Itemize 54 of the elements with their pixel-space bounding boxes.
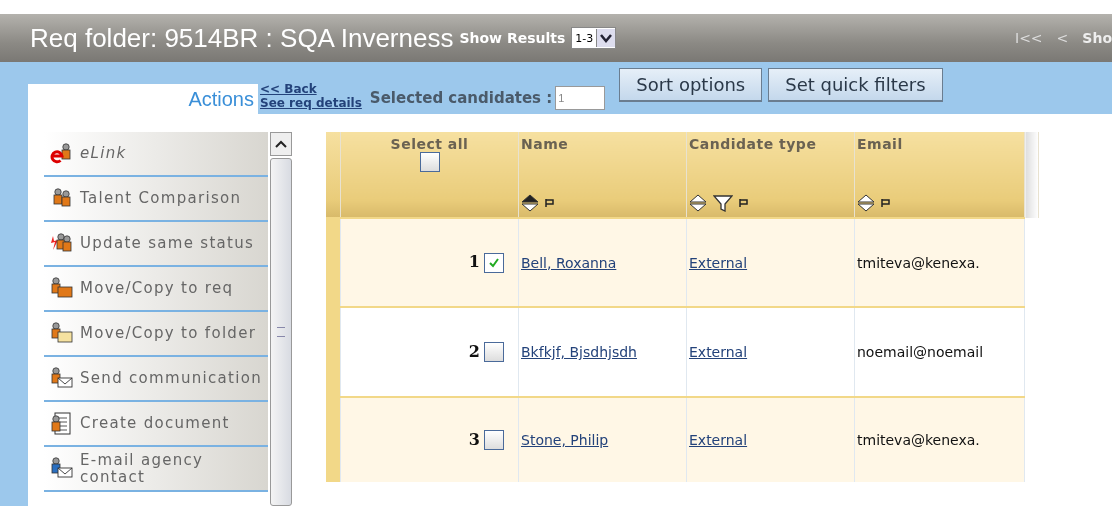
document-icon: [50, 412, 73, 435]
action-item[interactable]: Send communication: [44, 357, 268, 402]
scrollbar[interactable]: [270, 132, 292, 506]
candidate-type-link[interactable]: External: [689, 431, 748, 448]
show-results-label: Show Results: [459, 30, 566, 46]
email-text: tmiteva@kenexa.: [857, 254, 980, 271]
sort-icon[interactable]: [689, 194, 707, 212]
email-text: tmiteva@kenexa.: [857, 431, 980, 448]
scroll-up-icon[interactable]: [275, 140, 287, 148]
folder-title: Req folder: 9514BR : SQA Inverness: [30, 22, 454, 54]
person-folder-icon: [50, 322, 73, 345]
action-item[interactable]: E-mail agency contact: [44, 447, 268, 492]
results-dropdown[interactable]: 1-3: [571, 27, 617, 49]
action-item[interactable]: Move/Copy to folder: [44, 312, 268, 357]
person-folder-icon: [50, 277, 73, 300]
person-mail-icon: [50, 367, 73, 390]
row-number: 1: [468, 252, 480, 272]
email-text: noemail@noemail: [857, 343, 984, 360]
column-header[interactable]: Candidate type: [689, 136, 852, 152]
candidate-name-link[interactable]: Bkfkjf, Bjsdhjsdh: [521, 343, 637, 360]
flag-icon[interactable]: [739, 198, 749, 208]
select-all-label: Select all: [389, 136, 470, 152]
sort-icon[interactable]: [857, 194, 875, 212]
action-item[interactable]: eLink: [44, 132, 268, 177]
candidate-type-link[interactable]: External: [689, 254, 748, 271]
column-header[interactable]: Email: [857, 136, 1022, 152]
sort-icon[interactable]: [521, 194, 539, 212]
actions-heading: Actions: [28, 84, 258, 114]
selected-candidates-label: Selected candidates :: [369, 89, 553, 107]
candidate-name-link[interactable]: Bell, Roxanna: [521, 254, 617, 271]
column-header[interactable]: Name: [521, 136, 684, 152]
select-all-checkbox[interactable]: [419, 152, 440, 172]
action-item[interactable]: Create document: [44, 402, 268, 447]
person-mail-icon: [50, 457, 73, 480]
filter-icon[interactable]: [713, 194, 733, 212]
row-number: 3: [468, 429, 480, 449]
row-checkbox[interactable]: [484, 252, 504, 273]
back-link[interactable]: << Back: [260, 82, 362, 96]
action-item[interactable]: Move/Copy to req: [44, 267, 268, 312]
toolbar-button[interactable]: Sort options: [619, 68, 763, 102]
flag-icon[interactable]: [545, 198, 555, 208]
show-link[interactable]: Sho: [1082, 30, 1112, 46]
checkmark-icon: [488, 256, 500, 269]
candidate-name-link[interactable]: Stone, Philip: [521, 431, 609, 448]
row-number: 2: [468, 341, 480, 361]
row-checkbox[interactable]: [484, 342, 504, 363]
toolbar-button[interactable]: Set quick filters: [768, 68, 943, 102]
row-checkbox[interactable]: [484, 430, 504, 451]
flag-icon[interactable]: [881, 198, 891, 208]
req-details-link[interactable]: See req details: [260, 96, 362, 110]
action-item[interactable]: Talent Comparison: [44, 177, 268, 222]
candidate-type-link[interactable]: External: [689, 343, 748, 360]
selected-count-field[interactable]: 1: [555, 86, 606, 110]
action-item[interactable]: Update same status: [44, 222, 268, 267]
